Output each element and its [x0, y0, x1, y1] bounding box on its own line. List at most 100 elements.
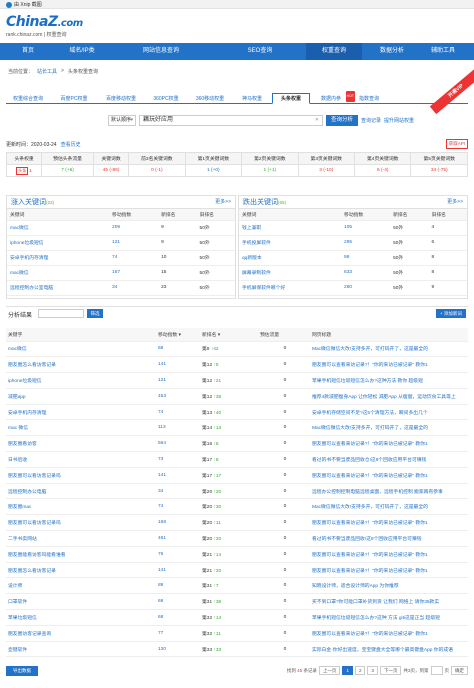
mobile-index-cell[interactable]: 121: [156, 372, 200, 389]
page-title-link[interactable]: 朋友圈可以查看来访记录?！"你的来访已被记录" 教你1: [310, 435, 468, 453]
overview-value[interactable]: 0 (-1): [128, 164, 186, 177]
keyword-cell[interactable]: 朋友圈怎么看访客记录: [6, 356, 156, 374]
page-title-link[interactable]: 安卓手机存储空间不足?这5个清理方法，瞬间多出几个: [310, 404, 468, 421]
export-button[interactable]: 导出数据: [6, 666, 38, 676]
mobile-index-cell[interactable]: 453: [156, 388, 200, 405]
mobile-index-cell[interactable]: 77: [156, 625, 200, 642]
keyword-cell[interactable]: 屏幕录制软件: [239, 265, 342, 281]
keyword-cell[interactable]: 二手书卖网站: [6, 530, 156, 547]
value-cell[interactable]: 209: [109, 220, 159, 236]
results-column-header[interactable]: 新排名 ▾: [200, 328, 258, 342]
mobile-index-cell[interactable]: 76: [156, 546, 200, 563]
nav-home[interactable]: 首页: [8, 43, 48, 60]
mobile-index-cell[interactable]: 68: [156, 609, 200, 626]
keyword-cell[interactable]: 口罩软件: [6, 593, 156, 611]
page-title-link[interactable]: 买不到口罩?你可能口罩补货到货 让我们 网络上 请你35款实: [310, 593, 468, 611]
keyword-cell[interactable]: 远程控制办公室电脑: [7, 280, 110, 296]
keyword-cell[interactable]: 日书后收: [6, 451, 156, 468]
overview-value[interactable]: 6 (-4): [353, 164, 412, 177]
keyword-cell[interactable]: qq新版本: [239, 250, 342, 266]
filter-input[interactable]: [38, 309, 84, 318]
value-cell[interactable]: 105: [341, 220, 391, 236]
tab-shenma[interactable]: 神马权重: [234, 93, 270, 104]
nav-weight[interactable]: 权重查询: [306, 43, 362, 60]
search-input[interactable]: 藕玩好应用 ✕: [139, 115, 323, 126]
keyword-cell[interactable]: 朋友圈能看访客吗能看谁看: [6, 546, 156, 563]
overview-value[interactable]: 45 (-89): [92, 164, 130, 177]
page-title-link[interactable]: 朋友圈可以查看来访记录?！"你的来访已被记录" 教你1: [310, 514, 468, 532]
history-link[interactable]: 查看历史: [61, 142, 81, 148]
page-title-link[interactable]: 朋友圈可以查看来访记录?！"你的来访已被记录" 教你1: [310, 467, 468, 484]
query-history-link[interactable]: 查询记录: [361, 117, 381, 124]
keyword-cell[interactable]: 朋友圈怎么看访客记录: [6, 562, 156, 579]
search-button[interactable]: 查询分析: [326, 115, 358, 126]
mobile-index-cell[interactable]: 73: [156, 451, 200, 468]
mobile-index-cell[interactable]: 461: [156, 530, 200, 547]
page-jump-input[interactable]: [430, 666, 443, 675]
page-title-link[interactable]: Mac微信微信大改!支持多开，可打码开了，这是最全的: [310, 419, 468, 437]
vip-ribbon[interactable]: 开通VIP: [429, 67, 474, 115]
tab-data-insider[interactable]: 数据内参 HOT: [312, 91, 355, 104]
keyword-cell[interactable]: mac微信: [7, 265, 110, 281]
tab-baidu-mobile[interactable]: 百度移动权重: [98, 93, 144, 104]
keyword-cell[interactable]: iphone垃圾短信: [6, 372, 156, 389]
sort-select[interactable]: 默认顺序: [108, 115, 136, 126]
page-title-link[interactable]: 苹果手机短信垃圾短信怎么办?这种方法 教你 超级短: [310, 372, 468, 389]
page-title-link[interactable]: 知晓设计师，适合设计师的App 为你推荐: [310, 577, 468, 595]
keyword-cell[interactable]: 手机投屏软件: [239, 235, 342, 251]
keyword-cell[interactable]: 钱上兼职: [239, 220, 342, 236]
value-cell[interactable]: 34: [109, 280, 159, 296]
overview-value[interactable]: 1 (+1): [241, 164, 299, 177]
next-page-button[interactable]: 下一页: [379, 666, 402, 675]
nav-domain-ip[interactable]: 域名/IP类: [56, 43, 108, 60]
page-title-link[interactable]: 看过的书不要当废品回收!这9个回收应用平台可赚钱: [310, 530, 468, 547]
mobile-index-cell[interactable]: 130: [156, 641, 200, 658]
mobile-index-cell[interactable]: 89: [156, 577, 200, 595]
mobile-index-cell[interactable]: 74: [156, 498, 200, 516]
keyword-cell[interactable]: 设计师: [6, 577, 156, 595]
mobile-index-cell[interactable]: 141: [156, 467, 200, 484]
value-cell[interactable]: 280: [341, 280, 391, 296]
value-cell[interactable]: 98: [341, 250, 391, 266]
page-title-link[interactable]: 朋友圈可以查看来访记录?！"你的来访已被记录" 教你1: [310, 546, 468, 563]
page-title-link[interactable]: 朋友圈可以查看来访记录?！"你的来访已被记录" 教你1: [310, 625, 468, 642]
down-more-link[interactable]: 更多>>: [447, 196, 463, 209]
page-title-link[interactable]: 朋友圈可以查看来访记录?！"你的来访已被记录" 教你1: [310, 562, 468, 579]
keyword-cell[interactable]: 手机屏保软件哪个好: [239, 280, 342, 296]
chinaz-logo[interactable]: ChinaZ.com: [6, 14, 83, 30]
value-cell[interactable]: 121: [109, 235, 159, 251]
nav-tools[interactable]: 辅助工具: [418, 43, 468, 60]
keyword-cell[interactable]: mac 微信: [6, 419, 156, 437]
filter-button[interactable]: 筛选: [87, 309, 103, 318]
page-title-link[interactable]: Mac微信微信大改!支持多开，可打码开了，这是最全的: [310, 341, 468, 358]
page-title-link[interactable]: 远程办公控制控制电脑远程桌面，远程手机控制 搬家再有参事: [310, 483, 468, 500]
page-1-button[interactable]: 1: [342, 666, 353, 675]
overview-value[interactable]: 1 (+0): [184, 164, 243, 177]
mobile-index-cell[interactable]: 141: [156, 562, 200, 579]
up-more-link[interactable]: 更多>>: [215, 196, 231, 209]
page-title-link[interactable]: 实际白金·你好出速度，宝宝键盘大全等哪个最高键盘App 你的成语: [310, 641, 468, 658]
page-title-link[interactable]: 看过的书不要当废品回收仓!这9个回收应用平台可赚钱: [310, 451, 468, 468]
keyword-cell[interactable]: 苹果垃圾短信: [6, 609, 156, 626]
mobile-index-cell[interactable]: 168: [156, 514, 200, 532]
improve-weight-link[interactable]: 提升网站权重: [384, 117, 414, 124]
tab-360-mobile[interactable]: 360移动权重: [188, 93, 232, 104]
keyword-cell[interactable]: 减肥app: [6, 388, 156, 405]
keyword-cell[interactable]: 朋友圈可以看访客记录吗: [6, 467, 156, 484]
page-2-button[interactable]: 2: [354, 666, 366, 675]
page-title-link[interactable]: 推荐4款减肥瘦身App 让你轻松 减肥App 从瘦腿，运动饮食工具等上: [310, 388, 468, 405]
prev-page-button[interactable]: 上一页: [318, 666, 341, 675]
tab-toutiao[interactable]: 头条权重: [272, 93, 310, 104]
tab-overall[interactable]: 权重综合查询: [6, 93, 50, 104]
value-cell[interactable]: 157: [109, 265, 159, 281]
page-3-button[interactable]: 3: [367, 666, 378, 675]
nav-seo[interactable]: SEO查询: [236, 43, 284, 60]
clear-icon[interactable]: ✕: [315, 116, 319, 125]
keyword-cell[interactable]: 安卓手机内存清理: [7, 250, 110, 266]
overview-value[interactable]: 3 (-10): [297, 164, 356, 177]
page-title-link[interactable]: Mac微信微信大改!支持多开，可打码开了，这是最全的: [310, 498, 468, 516]
tab-index[interactable]: 指数查询: [352, 93, 386, 104]
keyword-cell[interactable]: 朋友圈访客记录查询: [6, 625, 156, 642]
keyword-cell[interactable]: 朋友圈看访客: [6, 435, 156, 453]
mobile-index-cell[interactable]: 74: [156, 404, 200, 421]
